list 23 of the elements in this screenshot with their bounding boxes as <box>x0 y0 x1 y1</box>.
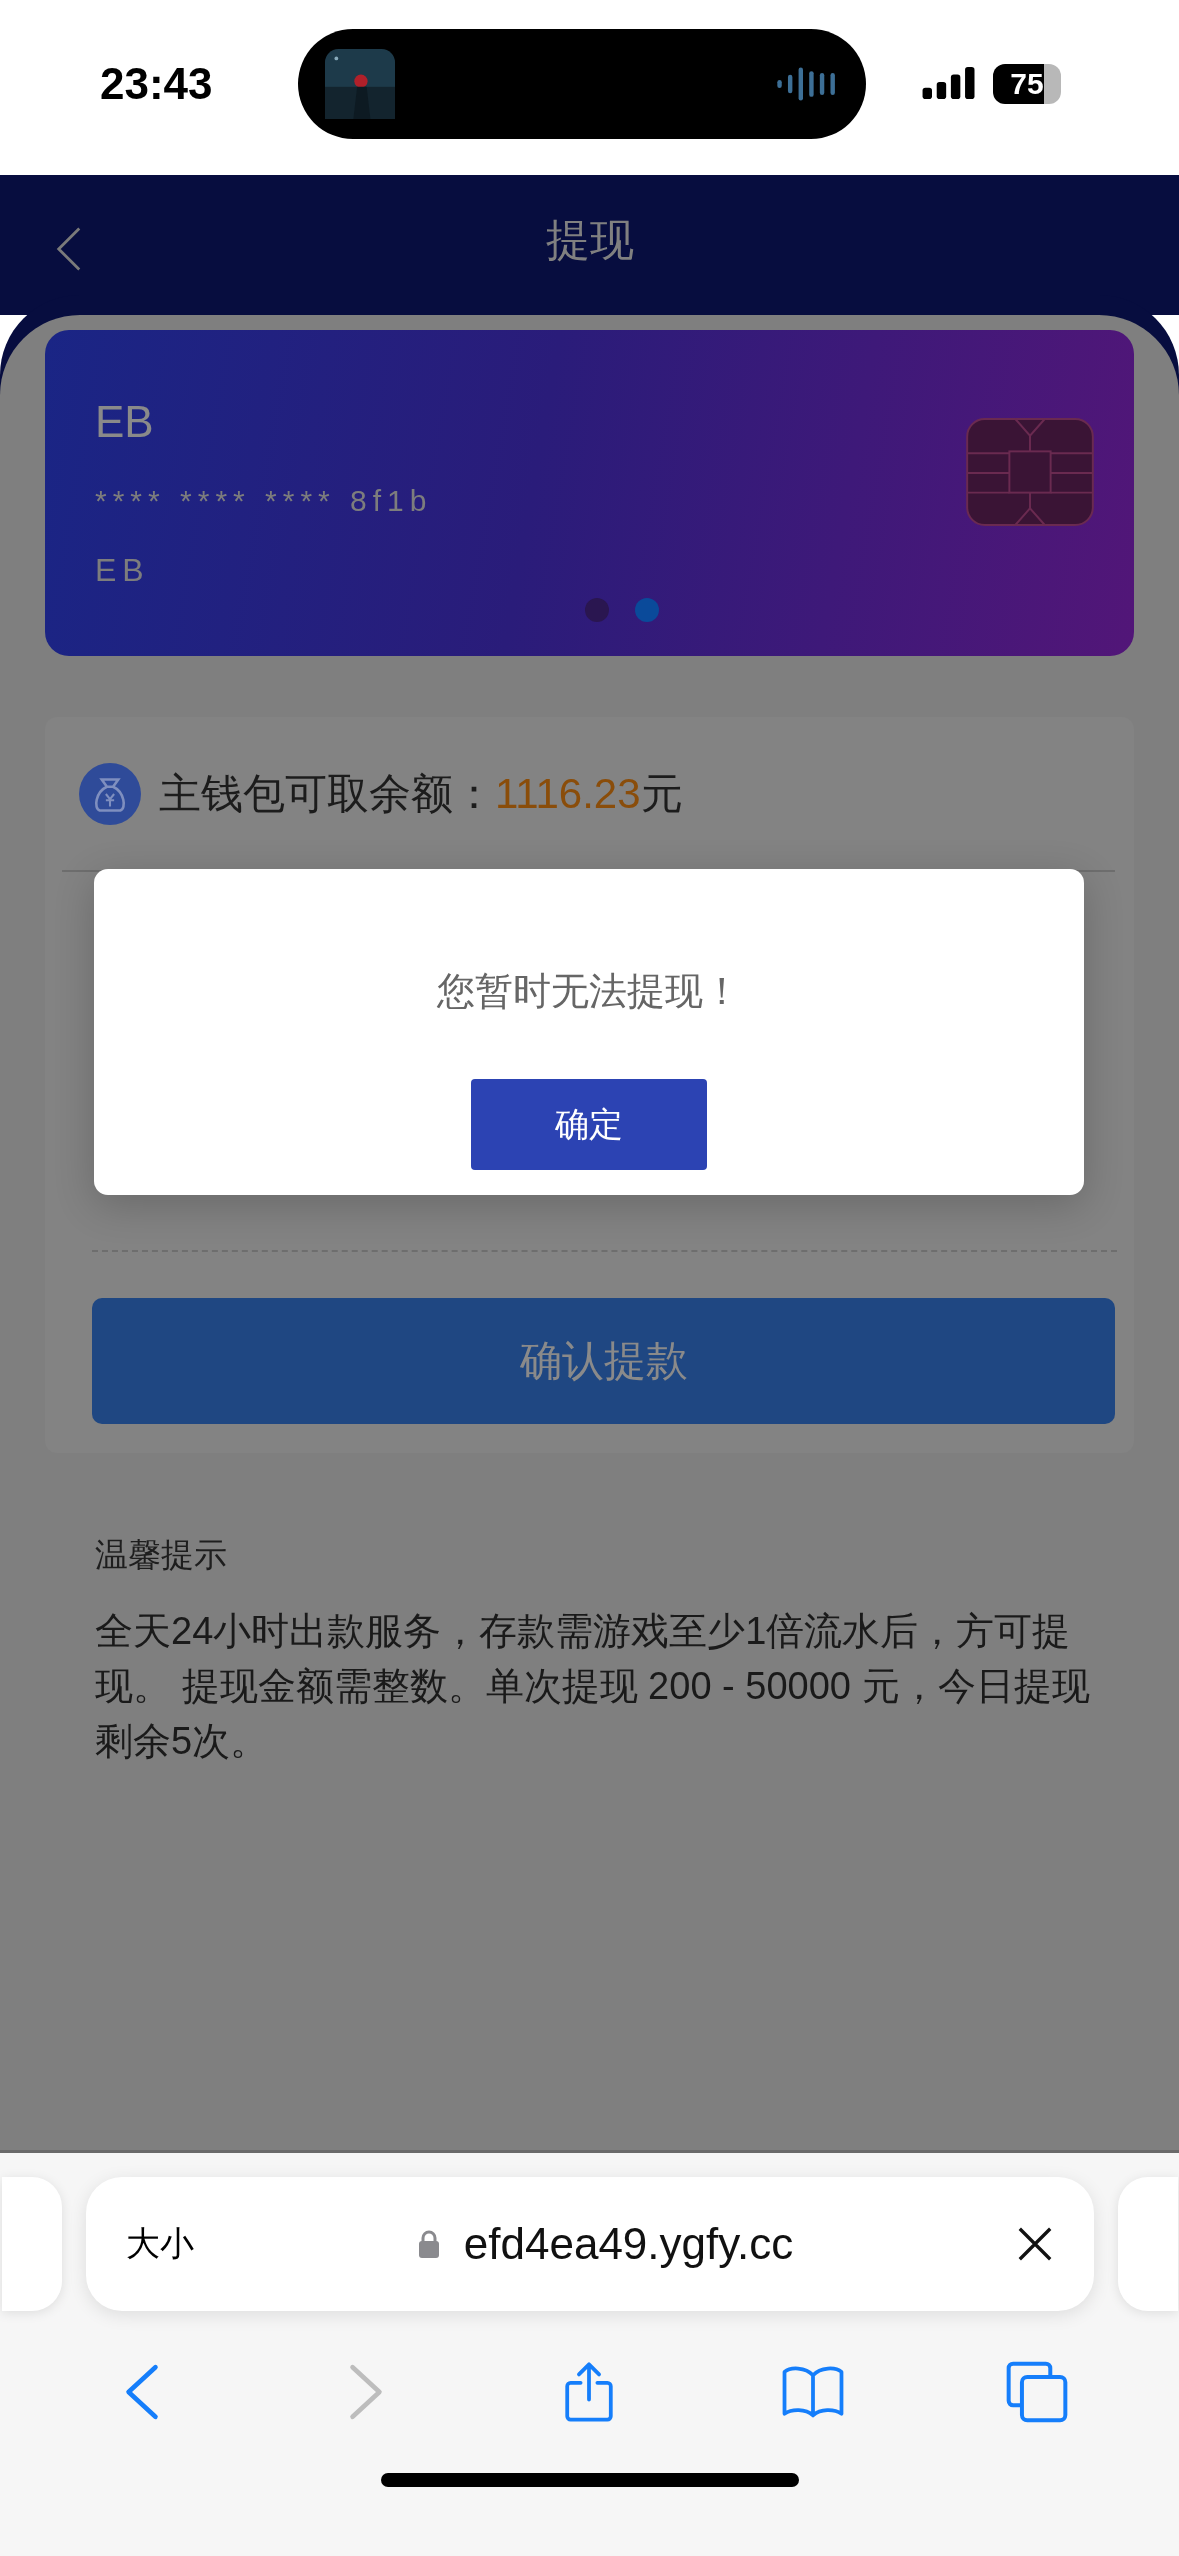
page-dot[interactable] <box>635 598 659 622</box>
signal-icon <box>921 66 977 101</box>
ok-button[interactable]: 确定 <box>471 1079 707 1170</box>
card-holder: EB <box>95 552 151 589</box>
dialog-message: 您暂时无法提现！ <box>437 969 741 1014</box>
balance-text: 主钱包可取余额：1116.23元 <box>159 768 683 819</box>
address-bar[interactable]: 大小 efd4ea49.ygfy.cc <box>85 2177 1094 2311</box>
back-icon[interactable] <box>55 225 83 273</box>
page-dot[interactable] <box>585 598 609 622</box>
lock-icon <box>417 2229 440 2259</box>
status-time: 23:43 <box>100 58 214 109</box>
page-title: 提现 <box>545 213 634 266</box>
chip-icon <box>966 418 1094 526</box>
text-size-button[interactable]: 大小 <box>125 2221 276 2267</box>
card-number: **** **** **** 8f1b <box>95 484 433 518</box>
bank-name: EB <box>95 400 155 444</box>
tips-text: 全天24小时出款服务，存款需游戏至少1倍流水后，方可提现。 提现金额需整数。单次提现 200 - 50000 元，今日提现剩余5次。 <box>95 1609 1091 1764</box>
bank-card[interactable]: EB **** **** **** 8f1b EB <box>45 330 1134 656</box>
money-bag-icon <box>79 762 141 825</box>
tips-title: 温馨提示 <box>95 1535 228 1575</box>
battery-icon: 75 <box>993 63 1061 104</box>
url-text: efd4ea49.ygfy.cc <box>463 2219 794 2269</box>
tabs-icon[interactable] <box>1006 2361 1069 2423</box>
